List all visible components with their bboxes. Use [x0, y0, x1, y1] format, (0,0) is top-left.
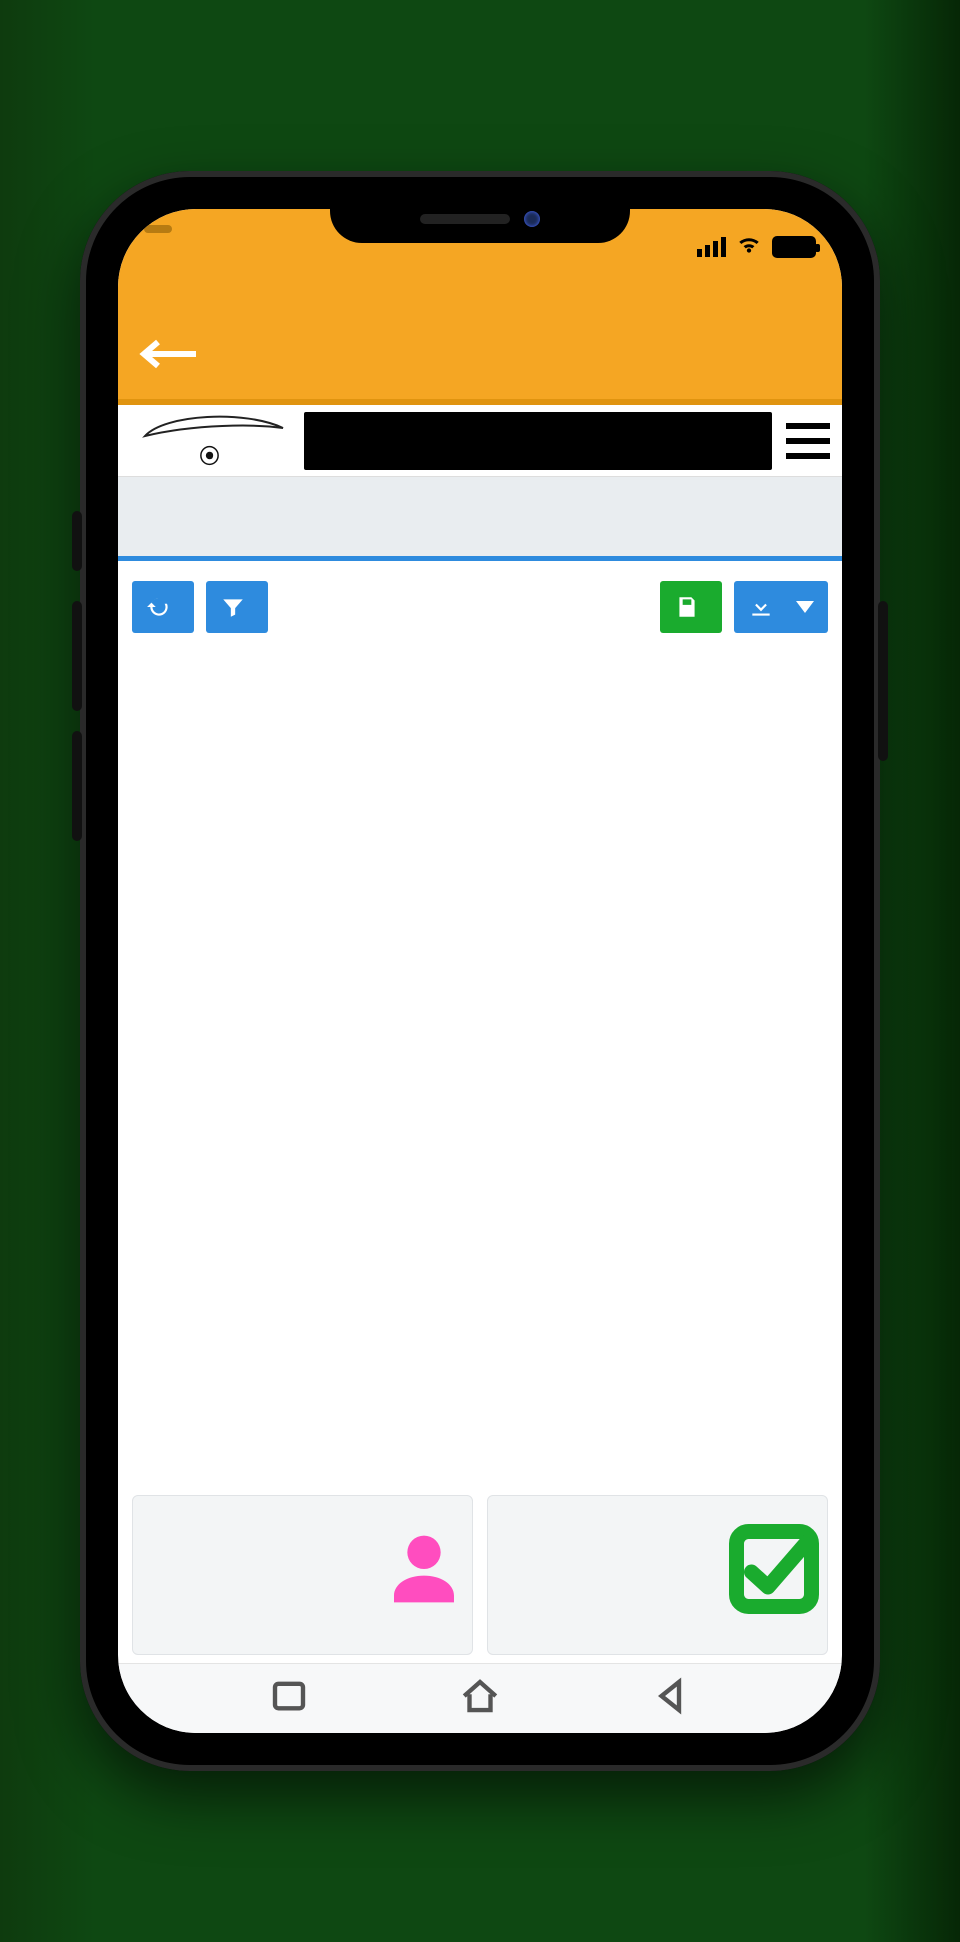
signal-icon: [697, 237, 726, 257]
page-header: [118, 309, 842, 405]
chevron-down-icon: [796, 601, 814, 613]
notch: [330, 195, 630, 243]
table-header: [132, 651, 828, 717]
back-button[interactable]: [138, 335, 202, 373]
download-icon: [748, 594, 774, 620]
card-drivers-check[interactable]: [487, 1495, 828, 1655]
brand-title: [304, 412, 772, 470]
logo: ⦿: [130, 413, 290, 469]
check-icon: [729, 1524, 819, 1619]
filter-button[interactable]: [206, 581, 268, 633]
toolbar: [118, 561, 842, 643]
filter-icon: [220, 594, 246, 620]
wifi-icon: [736, 231, 762, 262]
export-button[interactable]: [734, 581, 828, 633]
section-header: [118, 477, 842, 561]
refresh-button[interactable]: [132, 581, 194, 633]
power-button: [878, 601, 888, 761]
user-icon: [384, 1524, 464, 1619]
volume-up-button: [72, 601, 82, 711]
recent-apps-button[interactable]: [268, 1675, 310, 1722]
app-bar: ⦿: [118, 405, 842, 477]
android-nav-bar: [118, 1663, 842, 1733]
summary-cards: [118, 1485, 842, 1663]
home-button[interactable]: [459, 1675, 501, 1722]
back-nav-button[interactable]: [651, 1675, 693, 1722]
save-icon: [674, 594, 700, 620]
clock: [144, 225, 172, 233]
customer-table: [118, 643, 842, 1485]
new-button[interactable]: [660, 581, 722, 633]
volume-down-button: [72, 731, 82, 841]
refresh-icon: [146, 594, 172, 620]
battery-icon: [772, 236, 816, 258]
menu-button[interactable]: [786, 423, 830, 459]
side-button: [72, 511, 82, 571]
phone-frame: ⦿: [80, 171, 880, 1771]
card-total-drivers[interactable]: [132, 1495, 473, 1655]
screen: ⦿: [118, 209, 842, 1733]
